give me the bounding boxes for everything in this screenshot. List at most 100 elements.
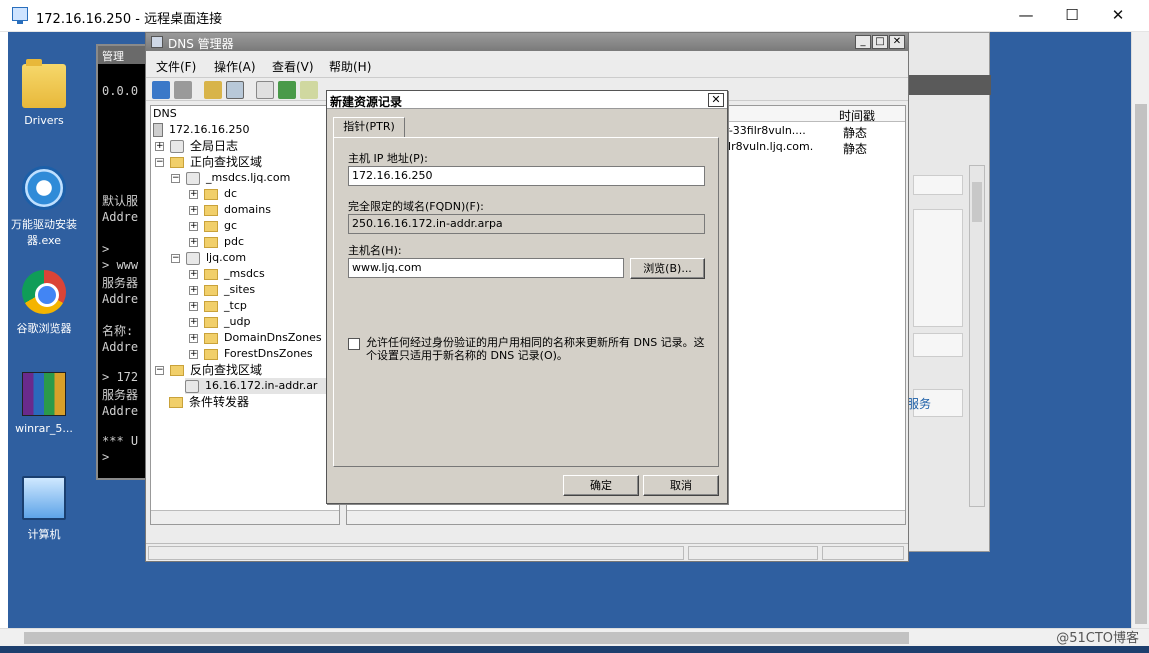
folder-icon — [22, 59, 66, 108]
background-window-header — [907, 75, 991, 95]
expand-icon[interactable]: + — [189, 317, 198, 327]
folder-icon — [204, 332, 218, 344]
expand-icon[interactable]: + — [189, 237, 198, 247]
tree-folder[interactable]: + pdc — [189, 234, 244, 250]
tree-label: 条件转发器 — [189, 395, 250, 409]
tree-root-dns[interactable]: DNS — [153, 106, 177, 122]
up-folder-icon[interactable] — [204, 81, 222, 99]
close-button[interactable]: ✕ — [1095, 0, 1141, 31]
collapse-icon[interactable]: − — [171, 253, 180, 263]
export-list-icon[interactable] — [300, 81, 318, 99]
tree-label: domains — [224, 203, 271, 216]
server-icon — [153, 123, 163, 137]
background-window-scrollbar[interactable] — [969, 165, 985, 507]
tree-conditional-forwarders[interactable]: 条件转发器 — [169, 394, 249, 410]
refresh-icon[interactable] — [278, 81, 296, 99]
tree-folder[interactable]: + domains — [189, 202, 271, 218]
collapse-icon[interactable]: − — [155, 158, 164, 167]
minimize-button[interactable]: — — [1003, 0, 1049, 31]
remote-taskbar — [0, 646, 1149, 653]
new-resource-record-dialog[interactable]: 新建资源记录 ✕ 指针(PTR) 主机 IP 地址(P): 172.16.16.… — [326, 90, 728, 504]
folder-icon — [169, 397, 183, 408]
background-window[interactable]: 服务 — [906, 32, 991, 552]
menu-view[interactable]: 查看(V) — [272, 58, 314, 75]
tree-folder[interactable]: + gc — [189, 218, 237, 234]
record-name[interactable]: r-33filr8vuln.... — [725, 124, 806, 137]
expand-icon[interactable]: + — [155, 142, 164, 151]
service-link[interactable]: 服务 — [907, 395, 931, 412]
tree-horizontal-scrollbar[interactable] — [151, 510, 339, 524]
show-hide-tree-icon[interactable] — [226, 81, 244, 99]
collapse-icon[interactable]: − — [155, 366, 164, 375]
back-icon[interactable] — [152, 81, 170, 99]
tree-folder[interactable]: + DomainDnsZones — [189, 330, 322, 346]
maximize-button[interactable]: ☐ — [1049, 0, 1095, 31]
tree-label: DomainDnsZones — [224, 331, 322, 344]
dns-tree-pane[interactable]: DNS 172.16.16.250 + 全局日志 − 正向查找区域 − _msdcs.… — [150, 105, 340, 525]
desktop-icon-label: Drivers — [24, 114, 64, 127]
tree-label: _tcp — [224, 299, 247, 312]
menu-help[interactable]: 帮助(H) — [329, 58, 371, 75]
cancel-button[interactable]: 取消 — [643, 475, 719, 496]
update-records-checkbox[interactable] — [348, 338, 360, 350]
vertical-scrollbar[interactable] — [1131, 32, 1149, 628]
desktop-icon-chrome[interactable]: 谷歌浏览器 — [8, 270, 80, 336]
record-name[interactable]: ilr8vuln.ljq.com. — [725, 140, 813, 153]
tree-folder[interactable]: + _msdcs — [189, 266, 265, 282]
tree-folder[interactable]: + ForestDnsZones — [189, 346, 313, 362]
folder-icon — [204, 188, 218, 200]
tree-folder[interactable]: + _udp — [189, 314, 250, 330]
tree-folder[interactable]: + dc — [189, 186, 237, 202]
tree-msdcs-zone[interactable]: − _msdcs.ljq.com — [171, 170, 290, 186]
tree-reverse-zones[interactable]: − 反向查找区域 — [155, 362, 262, 378]
browse-button[interactable]: 浏览(B)... — [630, 258, 705, 279]
dns-status-bar — [146, 543, 908, 561]
host-ip-input[interactable]: 172.16.16.250 — [348, 166, 705, 186]
expand-icon[interactable]: + — [189, 221, 198, 231]
expand-icon[interactable]: + — [189, 205, 198, 215]
dns-maximize-button[interactable]: □ — [872, 35, 888, 49]
cmd-line: 0.0.0 — [102, 84, 139, 98]
expand-icon[interactable]: + — [189, 301, 198, 311]
desktop-icon-computer[interactable]: 计算机 — [8, 476, 80, 542]
forward-icon[interactable] — [174, 81, 192, 99]
background-panel — [913, 333, 963, 357]
computer-icon — [22, 476, 66, 520]
tree-server[interactable]: 172.16.16.250 — [153, 122, 249, 138]
list-horizontal-scrollbar[interactable] — [347, 510, 905, 524]
hostname-input[interactable]: www.ljq.com — [348, 258, 624, 278]
ok-button[interactable]: 确定 — [563, 475, 639, 496]
horizontal-scrollbar[interactable] — [0, 628, 1149, 646]
desktop-icon-winrar[interactable]: winrar_5... — [8, 372, 80, 435]
expand-icon[interactable]: + — [189, 285, 198, 295]
expand-icon[interactable]: + — [189, 333, 198, 343]
column-timestamp[interactable]: 时间戳 — [839, 107, 875, 124]
cmd-line: 默认服 — [102, 194, 139, 208]
tab-ptr[interactable]: 指针(PTR) — [333, 117, 405, 137]
scrollbar-thumb[interactable] — [1135, 104, 1147, 624]
cmd-line: 名称: — [102, 324, 134, 338]
tree-label: _msdcs.ljq.com — [206, 171, 291, 184]
desktop-icon-drivers[interactable]: Drivers — [8, 59, 80, 127]
scrollbar-thumb[interactable] — [24, 632, 909, 644]
dns-minimize-button[interactable]: _ — [855, 35, 871, 49]
desktop-icon-driver-installer[interactable]: 万能驱动安装器.exe — [8, 166, 80, 248]
expand-icon[interactable]: + — [189, 349, 198, 359]
menu-action[interactable]: 操作(A) — [214, 58, 256, 75]
properties-icon[interactable] — [256, 81, 274, 99]
dialog-close-button[interactable]: ✕ — [708, 93, 724, 107]
menu-file[interactable]: 文件(F) — [156, 58, 196, 75]
expand-icon[interactable]: + — [189, 269, 198, 279]
tree-folder[interactable]: + _sites — [189, 282, 255, 298]
tree-forward-zones[interactable]: − 正向查找区域 — [155, 154, 262, 170]
record-timestamp: 静态 — [843, 142, 868, 156]
tree-ljq-zone[interactable]: − ljq.com — [171, 250, 246, 266]
collapse-icon[interactable]: − — [171, 173, 180, 183]
expand-icon[interactable]: + — [189, 189, 198, 199]
fqdn-field: 250.16.16.172.in-addr.arpa — [348, 214, 705, 234]
tree-label: ljq.com — [206, 251, 247, 264]
tree-reverse-zone[interactable]: 16.16.172.in-addr.ar — [185, 378, 339, 394]
tree-global-logs[interactable]: + 全局日志 — [155, 138, 238, 154]
tree-folder[interactable]: + _tcp — [189, 298, 247, 314]
dns-close-button[interactable]: ✕ — [889, 35, 905, 49]
